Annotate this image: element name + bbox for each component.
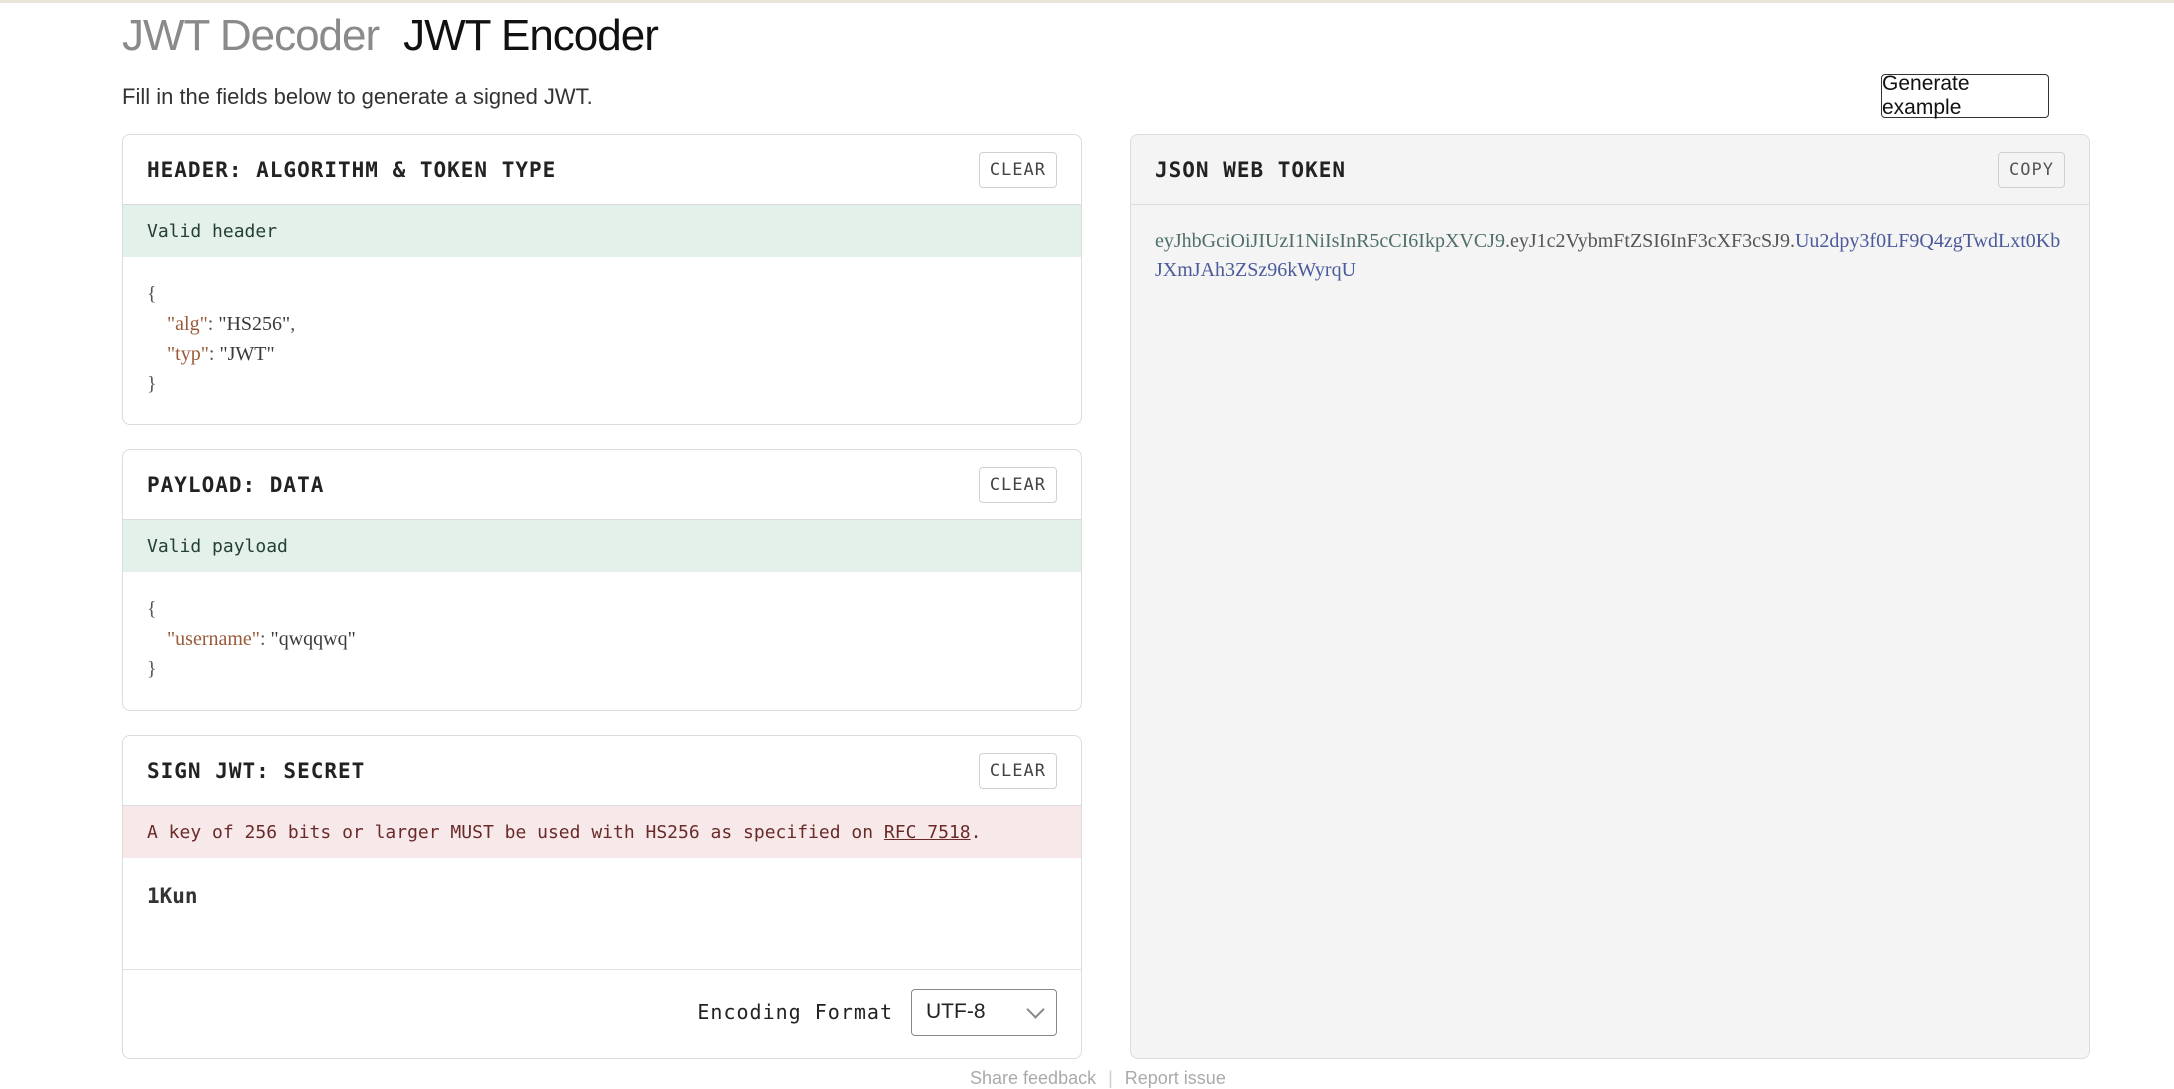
secret-panel-head: SIGN JWT: SECRET CLEAR [123, 736, 1081, 806]
open-brace: { [147, 283, 157, 305]
token-panel: JSON WEB TOKEN COPY eyJhbGciOiJIUzI1NiIs… [1130, 134, 2090, 1059]
close-brace: } [147, 658, 157, 680]
payload-status: Valid payload [123, 520, 1081, 572]
encoded-token[interactable]: eyJhbGciOiJIUzI1NiIsInR5cCI6IkpXVCJ9.eyJ… [1131, 205, 2089, 307]
footer-separator: | [1108, 1068, 1113, 1088]
token-panel-title: JSON WEB TOKEN [1155, 157, 1347, 182]
header-panel: HEADER: ALGORITHM & TOKEN TYPE CLEAR Val… [122, 134, 1082, 425]
encoding-format-select[interactable]: UTF-8 [911, 988, 1057, 1036]
payload-panel-head: PAYLOAD: DATA CLEAR [123, 450, 1081, 520]
header-panel-title: HEADER: ALGORITHM & TOKEN TYPE [147, 157, 557, 182]
alg-value: "HS256" [218, 313, 291, 335]
mode-tabs: JWT Decoder JWT Encoder [122, 8, 659, 64]
warning-suffix: . [970, 821, 982, 843]
share-feedback-link[interactable]: Share feedback [970, 1068, 1096, 1088]
header-editor[interactable]: { "alg": "HS256", "typ": "JWT" } [123, 257, 1081, 399]
typ-line: "typ": "JWT" [167, 343, 275, 365]
close-brace: } [147, 373, 157, 395]
payload-editor[interactable]: { "username": "qwqqwq" } [123, 572, 1081, 684]
warning-text: A key of 256 bits or larger MUST be used… [147, 821, 884, 843]
encoding-selected-value: UTF-8 [926, 1000, 986, 1023]
typ-value: "JWT" [219, 343, 275, 365]
secret-warning: A key of 256 bits or larger MUST be used… [123, 806, 1081, 858]
username-line: "username": "qwqqwq" [167, 628, 356, 650]
token-panel-head: JSON WEB TOKEN COPY [1131, 135, 2089, 205]
username-value: "qwqqwq" [270, 628, 356, 650]
tab-jwt-encoder[interactable]: JWT Encoder [403, 8, 659, 64]
rfc-link[interactable]: RFC 7518 [884, 822, 971, 843]
secret-clear-button[interactable]: CLEAR [978, 752, 1057, 789]
chevron-down-icon [1026, 999, 1045, 1019]
alg-line: "alg": "HS256", [167, 313, 296, 335]
encoding-format-label: Encoding Format [697, 1000, 893, 1024]
copy-button[interactable]: COPY [1998, 151, 2065, 188]
page-subtitle: Fill in the fields below to generate a s… [122, 84, 593, 109]
payload-clear-button[interactable]: CLEAR [978, 466, 1057, 503]
payload-panel-title: PAYLOAD: DATA [147, 472, 325, 497]
secret-panel-title: SIGN JWT: SECRET [147, 758, 366, 783]
top-divider [0, 0, 2174, 3]
generate-example-button[interactable]: Generate example [1881, 72, 2049, 119]
tab-jwt-decoder[interactable]: JWT Decoder [122, 8, 380, 64]
open-brace: { [147, 598, 157, 620]
encoding-row: Encoding Format UTF-8 [123, 970, 1081, 1054]
token-payload-part: eyJ1c2VybmFtZSI6InF3cXF3cSJ9 [1509, 230, 1790, 252]
header-clear-button[interactable]: CLEAR [978, 151, 1057, 188]
header-panel-head: HEADER: ALGORITHM & TOKEN TYPE CLEAR [123, 135, 1081, 205]
typ-key: "typ" [167, 343, 209, 365]
header-status: Valid header [123, 205, 1081, 257]
footer-links: Share feedback | Report issue [970, 1068, 1226, 1089]
username-key: "username" [167, 628, 260, 650]
secret-panel: SIGN JWT: SECRET CLEAR A key of 256 bits… [122, 735, 1082, 1059]
alg-key: "alg" [167, 313, 208, 335]
report-issue-link[interactable]: Report issue [1125, 1068, 1226, 1088]
payload-panel: PAYLOAD: DATA CLEAR Valid payload { "use… [122, 449, 1082, 711]
token-header-part: eyJhbGciOiJIUzI1NiIsInR5cCI6IkpXVCJ9 [1155, 230, 1505, 252]
secret-input[interactable]: 1Kun [123, 858, 1081, 970]
